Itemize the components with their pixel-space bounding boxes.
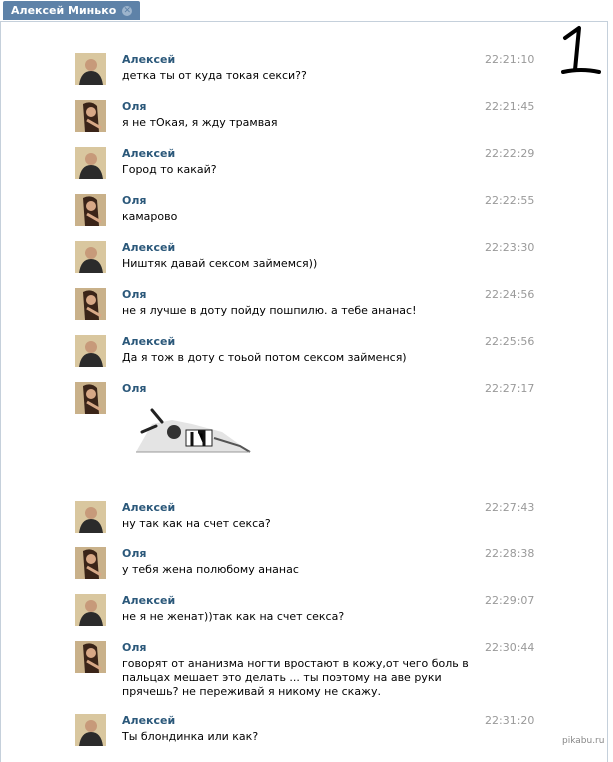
message-time: 22:28:38	[485, 547, 535, 560]
conversation-tab[interactable]: Алексей Минько ✕	[3, 1, 141, 20]
message-text: Ништяк давай сексом займемся))	[122, 257, 318, 270]
message-time: 22:22:55	[485, 194, 535, 207]
message-text: детка ты от куда токая секси??	[122, 69, 307, 82]
message-author[interactable]: Оля	[122, 547, 146, 560]
message-time: 22:22:29	[485, 147, 535, 160]
message-author[interactable]: Оля	[122, 641, 146, 654]
avatar-aleksey[interactable]	[75, 147, 106, 179]
avatar-aleksey[interactable]	[75, 714, 106, 746]
avatar-olya[interactable]	[75, 288, 106, 320]
message-author[interactable]: Оля	[122, 100, 146, 113]
message-text: говорят от ананизма ногти вростают в кож…	[122, 657, 469, 698]
avatar-olya[interactable]	[75, 382, 106, 414]
tab-title: Алексей Минько	[11, 4, 117, 17]
message-time: 22:27:43	[485, 501, 535, 514]
message-author[interactable]: Оля	[122, 194, 146, 207]
message-time: 22:30:44	[485, 641, 535, 654]
message-author[interactable]: Алексей	[122, 147, 175, 160]
message-author[interactable]: Алексей	[122, 241, 175, 254]
message-time: 22:23:30	[485, 241, 535, 254]
message-author[interactable]: Оля	[122, 382, 146, 395]
message-author[interactable]: Алексей	[122, 594, 175, 607]
message-time: 22:25:56	[485, 335, 535, 348]
message-time: 22:29:07	[485, 594, 535, 607]
avatar-aleksey[interactable]	[75, 53, 106, 85]
message-time: 22:27:17	[485, 382, 535, 395]
avatar-aleksey[interactable]	[75, 594, 106, 626]
message-author[interactable]: Алексей	[122, 501, 175, 514]
message-author[interactable]: Алексей	[122, 53, 175, 66]
message-text: я не тОкая, я жду трамвая	[122, 116, 278, 129]
attached-image[interactable]	[122, 402, 252, 454]
tab-bar: Алексей Минько ✕	[0, 0, 613, 22]
message-time: 22:24:56	[485, 288, 535, 301]
message-author[interactable]: Алексей	[122, 335, 175, 348]
message-author[interactable]: Оля	[122, 288, 146, 301]
handwritten-number-one	[561, 26, 601, 74]
watermark: pikabu.ru	[562, 736, 605, 746]
avatar-aleksey[interactable]	[75, 501, 106, 533]
message-text: не я не женат))так как на счет секса?	[122, 610, 345, 623]
message-text: Город то какай?	[122, 163, 217, 176]
message-text: не я лучше в доту пойду пошпилю. а тебе …	[122, 304, 417, 317]
message-time: 22:31:20	[485, 714, 535, 727]
message-author[interactable]: Алексей	[122, 714, 175, 727]
avatar-olya[interactable]	[75, 194, 106, 226]
message-text: камарово	[122, 210, 178, 223]
avatar-olya[interactable]	[75, 100, 106, 132]
message-text: у тебя жена полюбому ананас	[122, 563, 299, 576]
avatar-olya[interactable]	[75, 641, 106, 673]
message-time: 22:21:45	[485, 100, 535, 113]
message-text: Да я тож в доту с тоьой потом сексом зай…	[122, 351, 407, 364]
message-time: 22:21:10	[485, 53, 535, 66]
message-text: ну так как на счет секса?	[122, 517, 271, 530]
avatar-aleksey[interactable]	[75, 241, 106, 273]
close-icon[interactable]: ✕	[122, 5, 133, 16]
avatar-olya[interactable]	[75, 547, 106, 579]
avatar-aleksey[interactable]	[75, 335, 106, 367]
message-text: Ты блондинка или как?	[122, 730, 259, 743]
